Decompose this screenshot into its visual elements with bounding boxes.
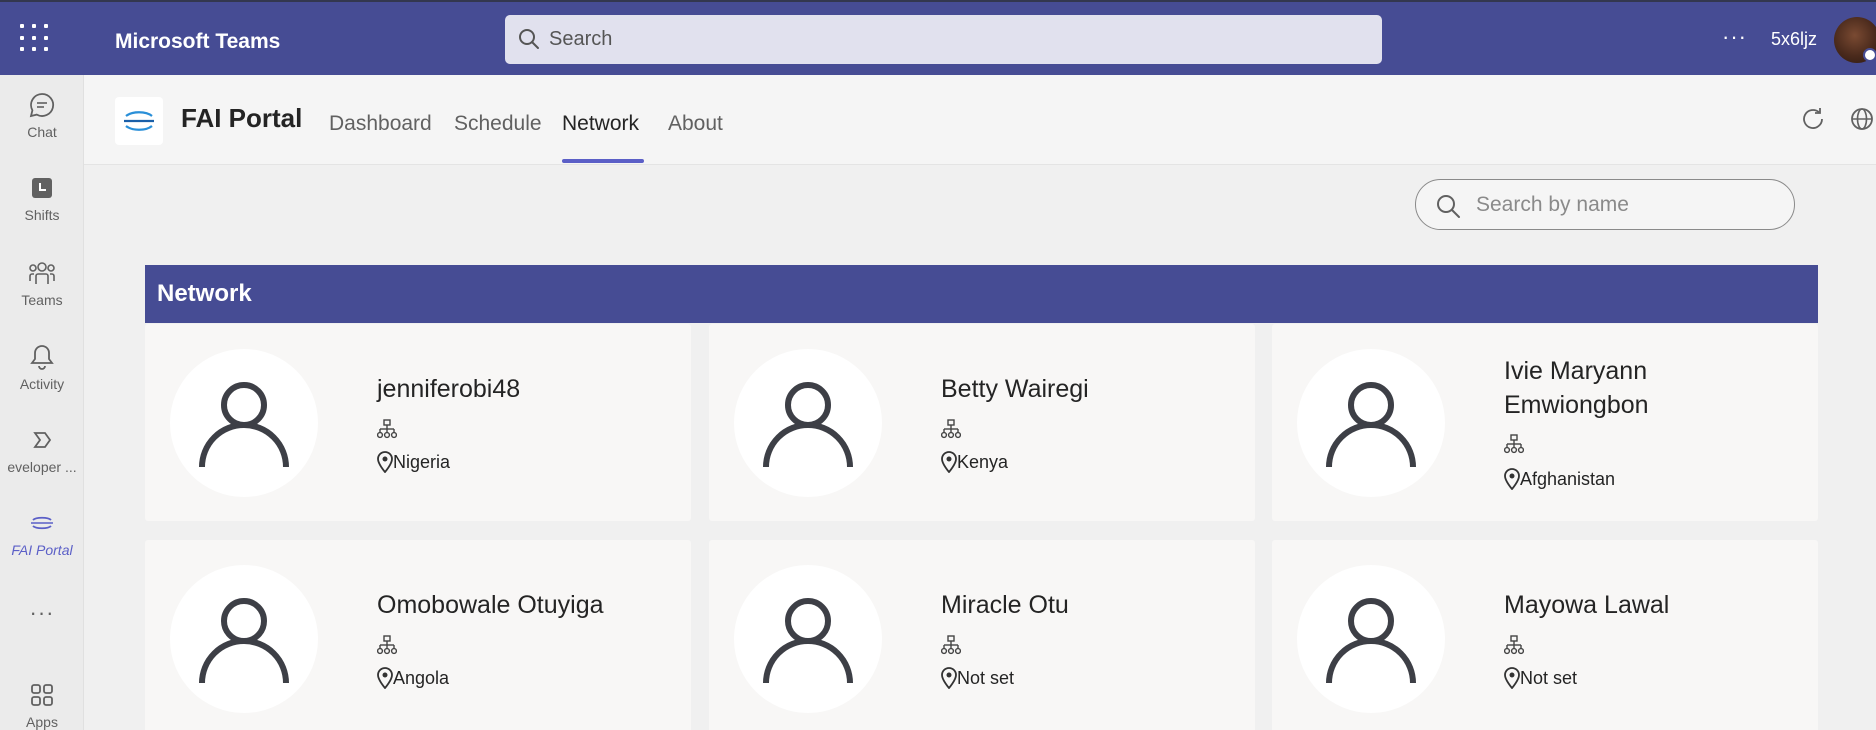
rail-item-chat[interactable]: Chat bbox=[0, 90, 84, 160]
profile-picture bbox=[170, 349, 318, 497]
org-chart-icon bbox=[1504, 635, 1524, 655]
teams-icon bbox=[29, 262, 55, 284]
profile-picture bbox=[1297, 565, 1445, 713]
rail-item-fai-portal[interactable]: FAI Portal bbox=[0, 508, 84, 578]
search-icon bbox=[1437, 195, 1460, 218]
network-page: Network jenniferobi48 Nigeria Betty Wair… bbox=[84, 165, 1876, 730]
tab-dashboard[interactable]: Dashboard bbox=[329, 112, 432, 136]
active-tab-indicator bbox=[562, 159, 644, 163]
rail-label: Teams bbox=[21, 292, 63, 308]
profile-picture bbox=[170, 565, 318, 713]
location-pin-icon bbox=[1504, 468, 1520, 490]
chat-icon bbox=[29, 93, 54, 118]
shifts-icon bbox=[32, 178, 52, 198]
person-name: Miracle Otu bbox=[941, 591, 1069, 619]
name-search[interactable] bbox=[1415, 179, 1795, 230]
person-icon bbox=[763, 598, 853, 684]
org-chart-icon bbox=[377, 635, 397, 655]
location-pin-icon bbox=[377, 451, 393, 473]
rail-item-shifts[interactable]: Shifts bbox=[0, 173, 84, 243]
location-text: Nigeria bbox=[393, 451, 451, 472]
org-chart-icon bbox=[941, 419, 961, 439]
tab-schedule[interactable]: Schedule bbox=[454, 112, 542, 136]
person-card[interactable]: Omobowale Otuyiga Angola bbox=[145, 540, 691, 730]
teams-top-bar: Microsoft Teams ··· 5x6ljz bbox=[0, 0, 1876, 75]
profile-picture bbox=[734, 349, 882, 497]
location-pin-icon bbox=[941, 667, 957, 689]
person-location: Not set bbox=[1504, 667, 1577, 689]
rail-label: Activity bbox=[19, 376, 65, 392]
location-pin-icon bbox=[377, 667, 393, 689]
location-text: Kenya bbox=[957, 451, 1009, 472]
app-name: Microsoft Teams bbox=[115, 30, 281, 53]
profile-picture bbox=[1297, 349, 1445, 497]
person-location: Nigeria bbox=[377, 451, 450, 473]
person-card[interactable]: Betty Wairegi Kenya bbox=[709, 324, 1255, 521]
presence-status-icon bbox=[1863, 48, 1876, 62]
org-chart-icon bbox=[377, 419, 397, 439]
global-search[interactable] bbox=[505, 15, 1382, 64]
person-icon bbox=[199, 382, 289, 468]
person-card[interactable]: Mayowa Lawal Not set bbox=[1272, 540, 1818, 730]
rail-item-activity[interactable]: Activity bbox=[0, 342, 84, 412]
person-icon bbox=[199, 598, 289, 684]
person-location: Kenya bbox=[941, 451, 1008, 473]
person-icon bbox=[1326, 598, 1416, 684]
person-card[interactable]: jenniferobi48 Nigeria bbox=[145, 324, 691, 521]
rail-item-developer-portal[interactable]: eveloper ... bbox=[0, 425, 84, 495]
fai-portal-icon bbox=[31, 516, 53, 530]
user-name: 5x6ljz bbox=[1771, 29, 1818, 49]
location-text: Afghanistan bbox=[1520, 468, 1616, 489]
rail-item-teams[interactable]: Teams bbox=[0, 258, 84, 328]
fai-portal-logo bbox=[115, 97, 163, 145]
more-apps-icon[interactable]: ··· bbox=[0, 600, 84, 630]
search-icon bbox=[519, 29, 539, 49]
app-title: FAI Portal bbox=[181, 103, 303, 133]
profile-picture bbox=[734, 565, 882, 713]
name-search-input[interactable] bbox=[1476, 191, 1776, 219]
bell-icon bbox=[30, 345, 54, 370]
app-launcher-icon[interactable] bbox=[20, 24, 48, 52]
app-header: FAI Portal Dashboard Schedule Network Ab… bbox=[84, 75, 1876, 165]
rail-label: eveloper ... bbox=[7, 459, 77, 475]
person-name: Ivie Maryann Emwiongbon bbox=[1504, 357, 1649, 419]
rail-label: FAI Portal bbox=[11, 542, 73, 558]
tab-network[interactable]: Network bbox=[562, 112, 639, 136]
developer-portal-icon bbox=[33, 432, 52, 448]
location-pin-icon bbox=[941, 451, 957, 473]
apps-icon bbox=[31, 684, 53, 706]
tab-about[interactable]: About bbox=[668, 112, 723, 136]
person-location: Not set bbox=[941, 667, 1014, 689]
person-location: Afghanistan bbox=[1504, 468, 1615, 490]
location-text: Not set bbox=[957, 667, 1015, 688]
person-icon bbox=[1326, 382, 1416, 468]
rail-item-apps[interactable]: Apps bbox=[0, 680, 84, 730]
section-title: Network bbox=[145, 265, 1818, 323]
person-name: jenniferobi48 bbox=[377, 375, 521, 403]
org-chart-icon bbox=[941, 635, 961, 655]
org-chart-icon bbox=[1504, 434, 1524, 454]
refresh-icon[interactable] bbox=[1799, 105, 1827, 133]
person-name: Betty Wairegi bbox=[941, 375, 1089, 403]
person-name: Mayowa Lawal bbox=[1504, 591, 1670, 619]
global-search-input[interactable] bbox=[549, 25, 1329, 53]
location-text: Not set bbox=[1520, 667, 1578, 688]
rail-label: Shifts bbox=[24, 207, 60, 223]
person-location: Angola bbox=[377, 667, 449, 689]
person-name: Omobowale Otuyiga bbox=[377, 591, 604, 619]
person-card[interactable]: Miracle Otu Not set bbox=[709, 540, 1255, 730]
person-icon bbox=[763, 382, 853, 468]
location-text: Angola bbox=[393, 667, 450, 688]
more-options-icon[interactable]: ··· bbox=[1722, 24, 1747, 50]
location-pin-icon bbox=[1504, 667, 1520, 689]
rail-label: Apps bbox=[26, 714, 58, 730]
rail-label: Chat bbox=[27, 124, 57, 140]
left-rail: Chat Shifts Teams Activity eveloper ... … bbox=[0, 75, 84, 730]
person-card[interactable]: Ivie Maryann Emwiongbon Afghanistan bbox=[1272, 324, 1818, 521]
globe-icon[interactable] bbox=[1848, 105, 1876, 133]
